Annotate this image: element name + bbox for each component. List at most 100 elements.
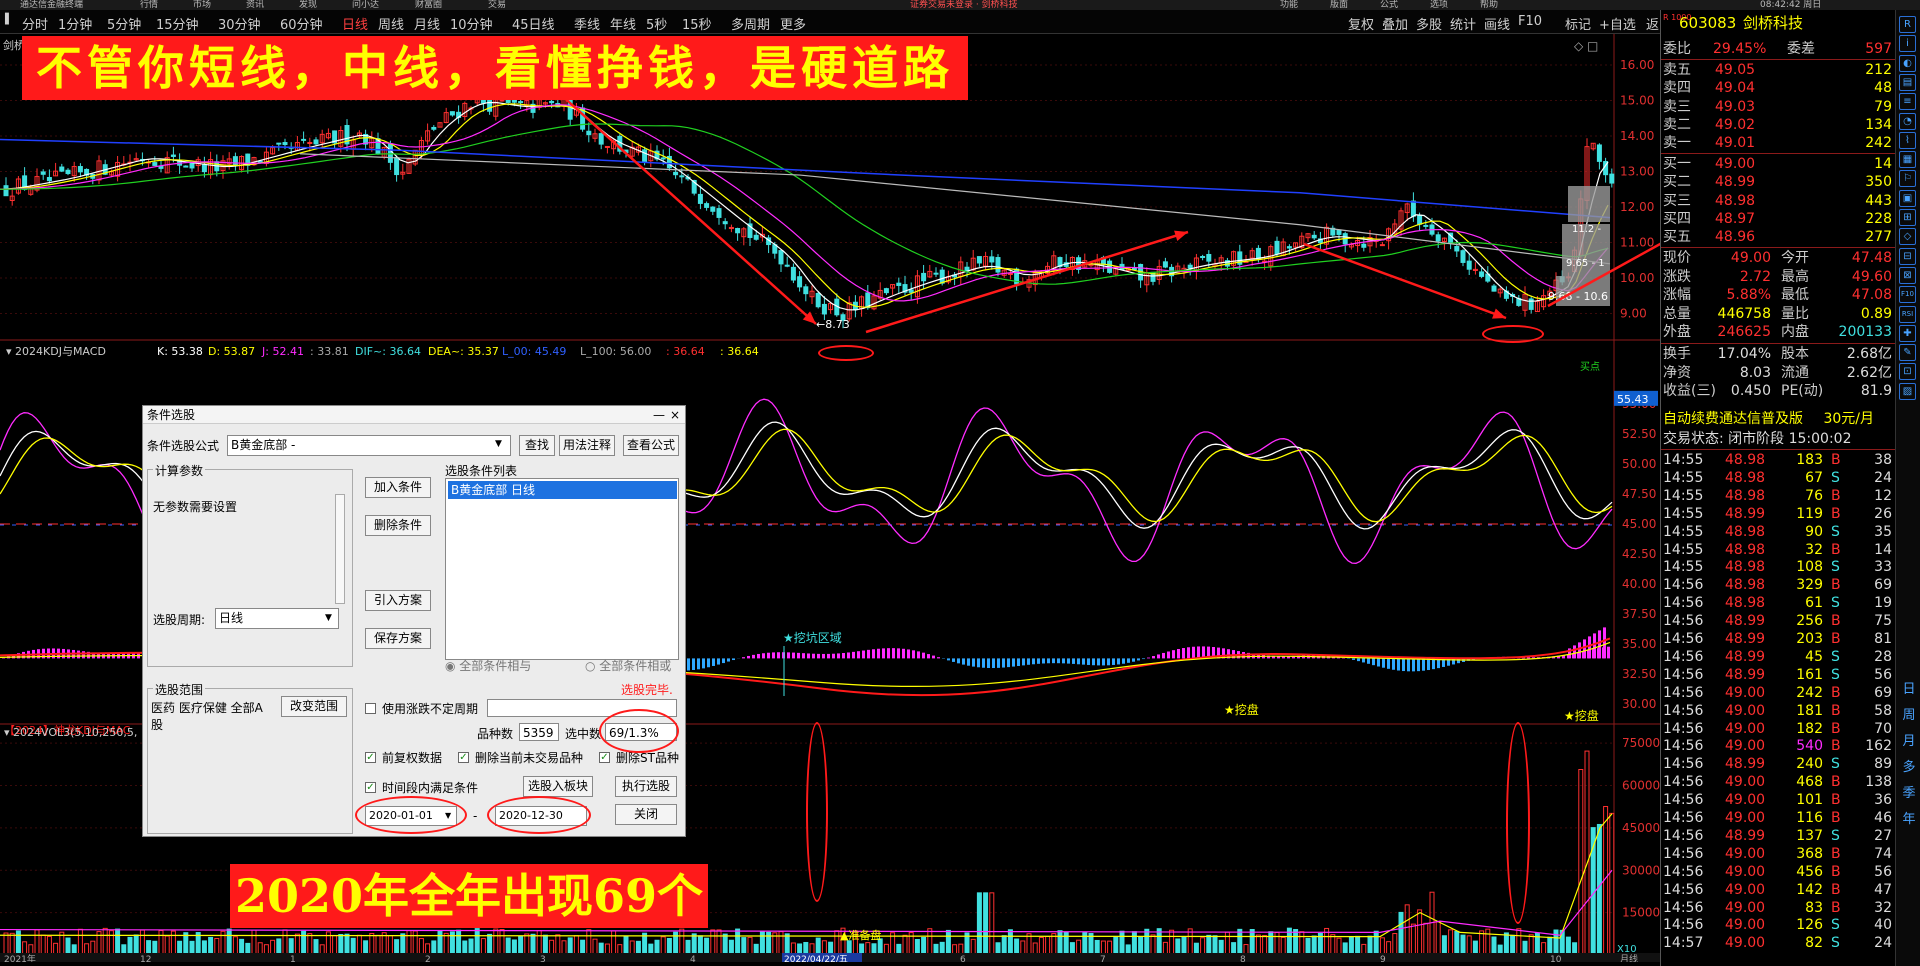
side-tool-icon[interactable]: i <box>1899 35 1916 53</box>
menu-item-news[interactable]: 资讯 <box>246 0 264 10</box>
side-tool-icon[interactable]: RSI <box>1899 305 1916 323</box>
side-period-5[interactable]: 年 <box>1901 808 1917 827</box>
volume-bar <box>350 937 356 956</box>
del-stop-checkbox[interactable]: ✓ <box>458 752 469 763</box>
period-8[interactable]: 月线 <box>414 14 440 33</box>
period-6[interactable]: 日线 <box>342 14 368 33</box>
period-12[interactable]: 年线 <box>610 14 636 33</box>
candle-body <box>1410 200 1416 217</box>
minimize-icon[interactable]: — <box>653 406 665 424</box>
menu-item-options[interactable]: 选项 <box>1430 0 1448 10</box>
delete-condition-button[interactable]: 删除条件 <box>365 515 431 536</box>
side-tool-icon[interactable]: ▨ <box>1899 382 1916 400</box>
side-period-1[interactable]: 周 <box>1901 704 1917 723</box>
menu-item-layout[interactable]: 版面 <box>1330 0 1348 10</box>
toolbar-menu-icon[interactable]: ▌ <box>5 14 13 25</box>
menu-item-func[interactable]: 功能 <box>1280 0 1298 10</box>
save-plan-button[interactable]: 保存方案 <box>365 628 431 649</box>
side-tool-icon[interactable]: ⊞ <box>1899 209 1916 226</box>
period-select[interactable]: 日线 <box>215 608 339 629</box>
radio-and[interactable]: ◉ 全部条件相与 <box>445 657 531 674</box>
side-tool-icon[interactable]: ✎ <box>1899 344 1916 362</box>
side-tool-icon[interactable]: ✚ <box>1899 324 1916 342</box>
side-tool-icon[interactable]: ▦ <box>1899 151 1916 169</box>
list-item[interactable]: B黄金底部 日线 <box>448 481 677 499</box>
chevron-down-icon[interactable]: ▼ <box>325 613 332 623</box>
find-button[interactable]: 查找 <box>519 435 555 456</box>
period-4[interactable]: 30分钟 <box>218 14 261 33</box>
to-block-button[interactable]: 选股入板块 <box>523 776 593 797</box>
toolbar-2[interactable]: 多股 <box>1416 14 1442 33</box>
menu-item-discover[interactable]: 发现 <box>299 0 317 10</box>
side-tool-icon[interactable]: ⊟ <box>1899 247 1916 265</box>
period-1[interactable]: 1分钟 <box>58 14 92 33</box>
period-11[interactable]: 季线 <box>574 14 600 33</box>
side-tool-icon[interactable]: R <box>1899 16 1916 33</box>
menu-item-ask[interactable]: 问小达 <box>352 0 379 10</box>
toolbar-5[interactable]: F10 <box>1518 14 1542 29</box>
period-7[interactable]: 周线 <box>378 14 404 33</box>
macd-bar <box>1132 658 1135 662</box>
date-tick: 9 <box>1380 955 1386 962</box>
side-tool-icon[interactable]: ≡ <box>1899 93 1916 111</box>
toolbar-0[interactable]: 复权 <box>1348 14 1374 33</box>
period-14[interactable]: 15秒 <box>682 14 712 33</box>
side-period-4[interactable]: 季 <box>1901 782 1917 801</box>
formula-select[interactable]: B黄金底部 - <box>227 435 511 456</box>
side-tool-icon[interactable]: ▣ <box>1899 189 1916 207</box>
menu-item-trade[interactable]: 交易 <box>488 0 506 10</box>
time-checkbox[interactable]: ✓ <box>365 782 376 793</box>
toolbar-6[interactable]: 标记 <box>1565 14 1591 33</box>
side-tool-icon[interactable]: ▤ <box>1899 73 1916 91</box>
view-formula-button[interactable]: 查看公式 <box>623 435 679 456</box>
condition-list[interactable]: B黄金底部 日线 <box>445 478 679 660</box>
side-tool-icon[interactable]: ◐ <box>1899 54 1916 72</box>
side-period-0[interactable]: 日 <box>1901 678 1917 697</box>
add-condition-button[interactable]: 加入条件 <box>365 477 431 498</box>
period-3[interactable]: 15分钟 <box>156 14 199 33</box>
toolbar-1[interactable]: 叠加 <box>1382 14 1408 33</box>
side-tool-icon[interactable]: ⊠ <box>1899 266 1916 284</box>
menu-item-quotes[interactable]: 行情 <box>140 0 158 10</box>
period-2[interactable]: 5分钟 <box>107 14 141 33</box>
period-5[interactable]: 60分钟 <box>280 14 323 33</box>
toolbar-7[interactable]: +自选 <box>1599 14 1636 33</box>
fq-checkbox[interactable]: ✓ <box>365 752 376 763</box>
tick-side: B <box>1831 631 1841 647</box>
side-tool-icon[interactable]: F10 <box>1899 286 1916 304</box>
period-0[interactable]: 分时 <box>22 14 48 33</box>
close-icon[interactable]: × <box>670 406 680 424</box>
chevron-down-icon[interactable]: ▼ <box>495 439 502 449</box>
side-tool-icon[interactable]: ◔ <box>1899 112 1916 130</box>
candle-body <box>908 289 914 293</box>
side-tool-icon[interactable]: ⌇ <box>1899 131 1916 149</box>
toolbar-4[interactable]: 画线 <box>1484 14 1510 33</box>
period-10[interactable]: 45日线 <box>512 14 555 33</box>
period-16[interactable]: 更多 <box>780 14 806 33</box>
side-period-2[interactable]: 月 <box>1901 730 1917 749</box>
side-tool-icon[interactable]: ⚐ <box>1899 170 1916 188</box>
toolbar-3[interactable]: 统计 <box>1450 14 1476 33</box>
change-range-button[interactable]: 改变范围 <box>281 696 347 717</box>
ad-text[interactable]: 自动续费通达信普及版 <box>1663 410 1803 428</box>
side-tool-icon[interactable]: ⊡ <box>1899 363 1916 381</box>
volume-bar <box>722 933 728 956</box>
del-st-checkbox[interactable]: ✓ <box>599 752 610 763</box>
side-tool-icon[interactable]: ◇ <box>1899 228 1916 246</box>
execute-button[interactable]: 执行选股 <box>615 776 677 797</box>
period-13[interactable]: 5秒 <box>646 14 667 33</box>
menu-item-help[interactable]: 帮助 <box>1480 0 1498 10</box>
menu-item-formula[interactable]: 公式 <box>1380 0 1398 10</box>
ad-price[interactable]: 30元/月 <box>1823 410 1874 428</box>
usage-button[interactable]: 用法注释 <box>559 435 615 456</box>
menu-item-wealth[interactable]: 财富圈 <box>415 0 442 10</box>
var-period-checkbox[interactable] <box>365 703 376 714</box>
menu-item-market[interactable]: 市场 <box>193 0 211 10</box>
close-button[interactable]: 关闭 <box>615 804 677 825</box>
params-scrollbar[interactable] <box>335 494 345 604</box>
period-9[interactable]: 10分钟 <box>450 14 493 33</box>
radio-or[interactable]: ○ 全部条件相或 <box>585 657 671 674</box>
import-plan-button[interactable]: 引入方案 <box>365 590 431 611</box>
period-15[interactable]: 多周期 <box>731 14 770 33</box>
side-period-3[interactable]: 多 <box>1901 756 1917 775</box>
